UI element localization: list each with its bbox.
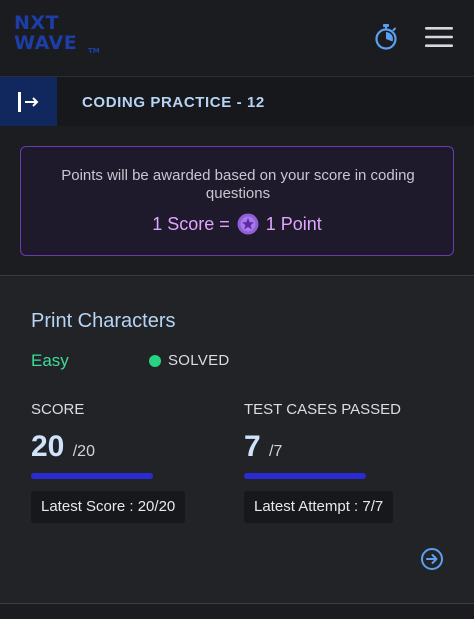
- points-notice-card: Points will be awarded based on your sco…: [20, 146, 454, 256]
- points-notice-message: Points will be awarded based on your sco…: [61, 167, 415, 202]
- practice-title: CODING PRACTICE - 12: [82, 94, 265, 111]
- score-total: /20: [72, 443, 95, 460]
- score-value-group: 20 /20: [31, 429, 95, 470]
- arrow-right-circle-icon[interactable]: [420, 547, 444, 571]
- score-to-point-rule: 1 Score = 1 Point: [21, 212, 453, 236]
- logo-line-1: NXT: [14, 12, 60, 34]
- sidebar-expand-icon: [18, 92, 39, 112]
- test-cases-value: 7: [244, 430, 261, 463]
- score-rule-prefix: 1 Score =: [152, 214, 230, 234]
- logo-trademark: TM: [88, 47, 100, 55]
- top-navbar: NXT WAVE TM: [0, 0, 474, 76]
- problem-card[interactable]: Print Characters Easy SOLVED SCORE 20 /2…: [0, 277, 474, 604]
- sidebar-toggle-button[interactable]: [0, 77, 57, 127]
- test-cases-progress-fill: [244, 473, 366, 479]
- practice-header: CODING PRACTICE - 12: [0, 76, 474, 127]
- status-badge: SOLVED: [168, 352, 230, 369]
- star-coin-icon: [237, 213, 259, 235]
- timer-icon[interactable]: [374, 24, 398, 50]
- notice-section: Points will be awarded based on your sco…: [0, 126, 474, 276]
- problem-title[interactable]: Print Characters: [31, 310, 176, 333]
- score-rule-suffix: 1 Point: [265, 214, 322, 234]
- test-cases-progress-bar: [244, 473, 366, 479]
- latest-attempt: Latest Attempt : 7/7: [244, 491, 394, 523]
- test-cases-label: TEST CASES PASSED: [244, 401, 401, 418]
- latest-score: Latest Score : 20/20: [31, 491, 186, 523]
- score-value: 20: [31, 430, 65, 463]
- logo-line-2: WAVE: [14, 32, 78, 54]
- difficulty-label: Easy: [31, 351, 69, 370]
- status-dot-icon: [149, 355, 161, 367]
- score-progress-bar: [31, 473, 153, 479]
- score-label: SCORE: [31, 401, 85, 418]
- nxtwave-logo[interactable]: NXT WAVE TM: [14, 14, 104, 58]
- score-progress-fill: [31, 473, 153, 479]
- test-cases-total: /7: [269, 443, 283, 460]
- test-cases-value-group: 7 /7: [244, 429, 282, 470]
- hamburger-menu-icon[interactable]: [425, 26, 453, 48]
